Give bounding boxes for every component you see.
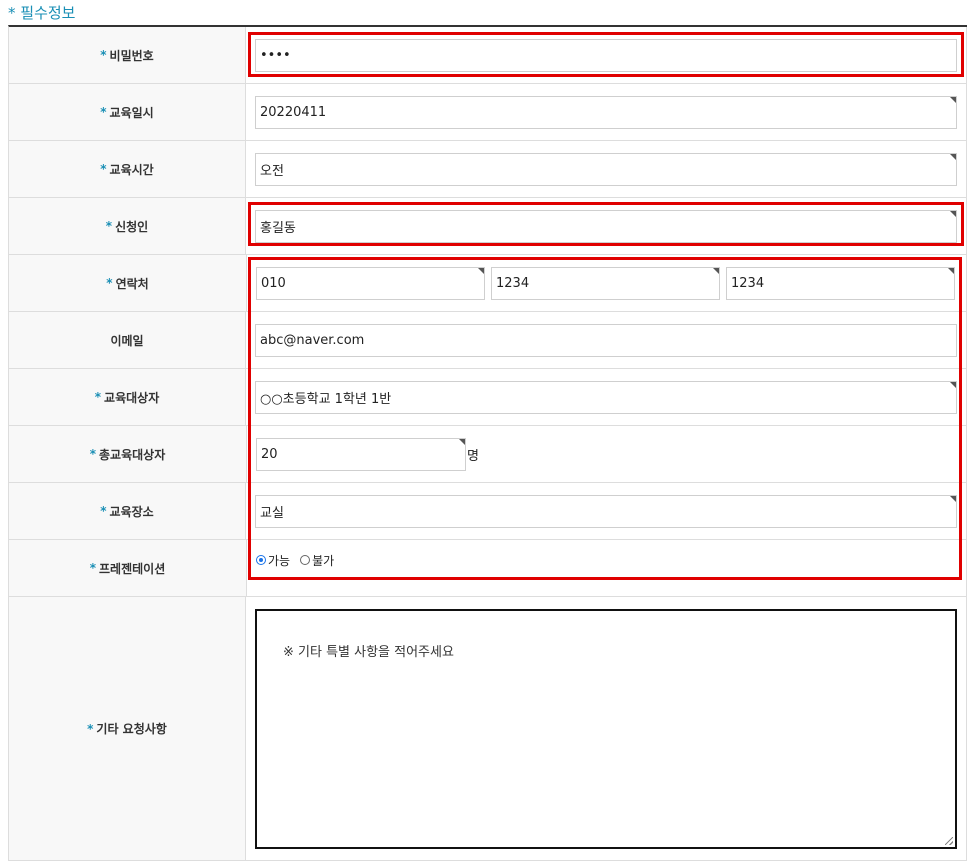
label-presentation: * 프레젠테이션 [9,540,247,596]
label-applicant: * 신청인 [9,198,246,254]
label-edu-time: * 교육시간 [9,141,246,197]
label-contact: * 연락처 [9,255,247,311]
required-star: * [100,48,107,62]
contact-input-1[interactable]: 010 [256,266,485,300]
edu-target-input[interactable]: ○○초등학교 1학년 1반 [255,380,957,414]
corner-mark-icon [459,438,465,445]
corner-mark-icon [950,495,956,502]
corner-mark-icon [713,267,719,274]
row-edu-time: * 교육시간 오전 [9,141,967,198]
required-star: * [105,219,113,233]
label-edu-date: * 교육일시 [9,84,246,140]
required-star: * [106,276,113,290]
corner-mark-icon [950,381,956,388]
row-applicant: * 신청인 홍길동 [9,198,967,255]
corner-mark-icon [478,267,484,274]
required-star: * [89,447,97,461]
corner-mark-icon [950,153,956,160]
row-presentation: * 프레젠테이션 가능 불가 [9,540,967,597]
contact-input-2[interactable]: 1234 [491,266,720,300]
label-other-request: * 기타 요청사항 [9,597,246,860]
required-star: * [100,504,107,518]
required-info-form: * 비밀번호 •••• * 교육일시 20220411 * 교육시간 오전 * … [8,25,967,861]
corner-mark-icon [950,210,956,217]
row-edu-date: * 교육일시 20220411 [9,84,967,141]
edu-time-input[interactable]: 오전 [255,152,957,186]
other-request-textarea[interactable]: ※ 기타 특별 사항을 적어주세요 [255,608,957,849]
password-input[interactable]: •••• [255,38,957,72]
edu-date-input[interactable]: 20220411 [255,95,957,129]
required-star: * [94,390,102,404]
radio-presentation-yes[interactable]: 가능 [256,552,290,569]
presentation-radio-group: 가능 불가 [256,552,344,569]
required-star: * [87,721,94,736]
row-edu-place: * 교육장소 교실 [9,483,967,540]
required-star: * [100,162,107,176]
label-edu-target: * 교육대상자 [9,369,246,425]
corner-mark-icon [948,267,954,274]
contact-input-3[interactable]: 1234 [726,266,955,300]
unit-label: 명 [467,448,479,464]
resize-grip-icon[interactable] [945,836,953,845]
row-other-request: * 기타 요청사항 ※ 기타 특별 사항을 적어주세요 [9,597,967,861]
label-email: 이메일 [9,312,246,368]
row-total-target: * 총교육대상자 20 명 [9,426,967,483]
row-email: 이메일 abc@naver.com [9,312,967,369]
label-edu-place: * 교육장소 [9,483,246,539]
email-input[interactable]: abc@naver.com [255,323,957,357]
label-password: * 비밀번호 [9,27,246,83]
corner-mark-icon [950,96,956,103]
row-edu-target: * 교육대상자 ○○초등학교 1학년 1반 [9,369,967,426]
radio-unselected-icon[interactable] [300,555,311,565]
label-total-target: * 총교육대상자 [9,426,247,482]
required-star: * [100,105,107,119]
section-title: * 필수정보 [8,4,76,22]
applicant-input[interactable]: 홍길동 [255,209,957,243]
edu-place-input[interactable]: 교실 [255,494,957,528]
row-password: * 비밀번호 •••• [9,27,967,84]
total-target-input[interactable]: 20 [256,437,466,471]
required-star: * [89,561,97,575]
radio-presentation-no[interactable]: 불가 [300,552,334,569]
row-contact: * 연락처 010 1234 1234 [9,255,967,312]
radio-selected-icon[interactable] [256,555,266,565]
textarea-placeholder: ※ 기타 특별 사항을 적어주세요 [283,644,454,660]
